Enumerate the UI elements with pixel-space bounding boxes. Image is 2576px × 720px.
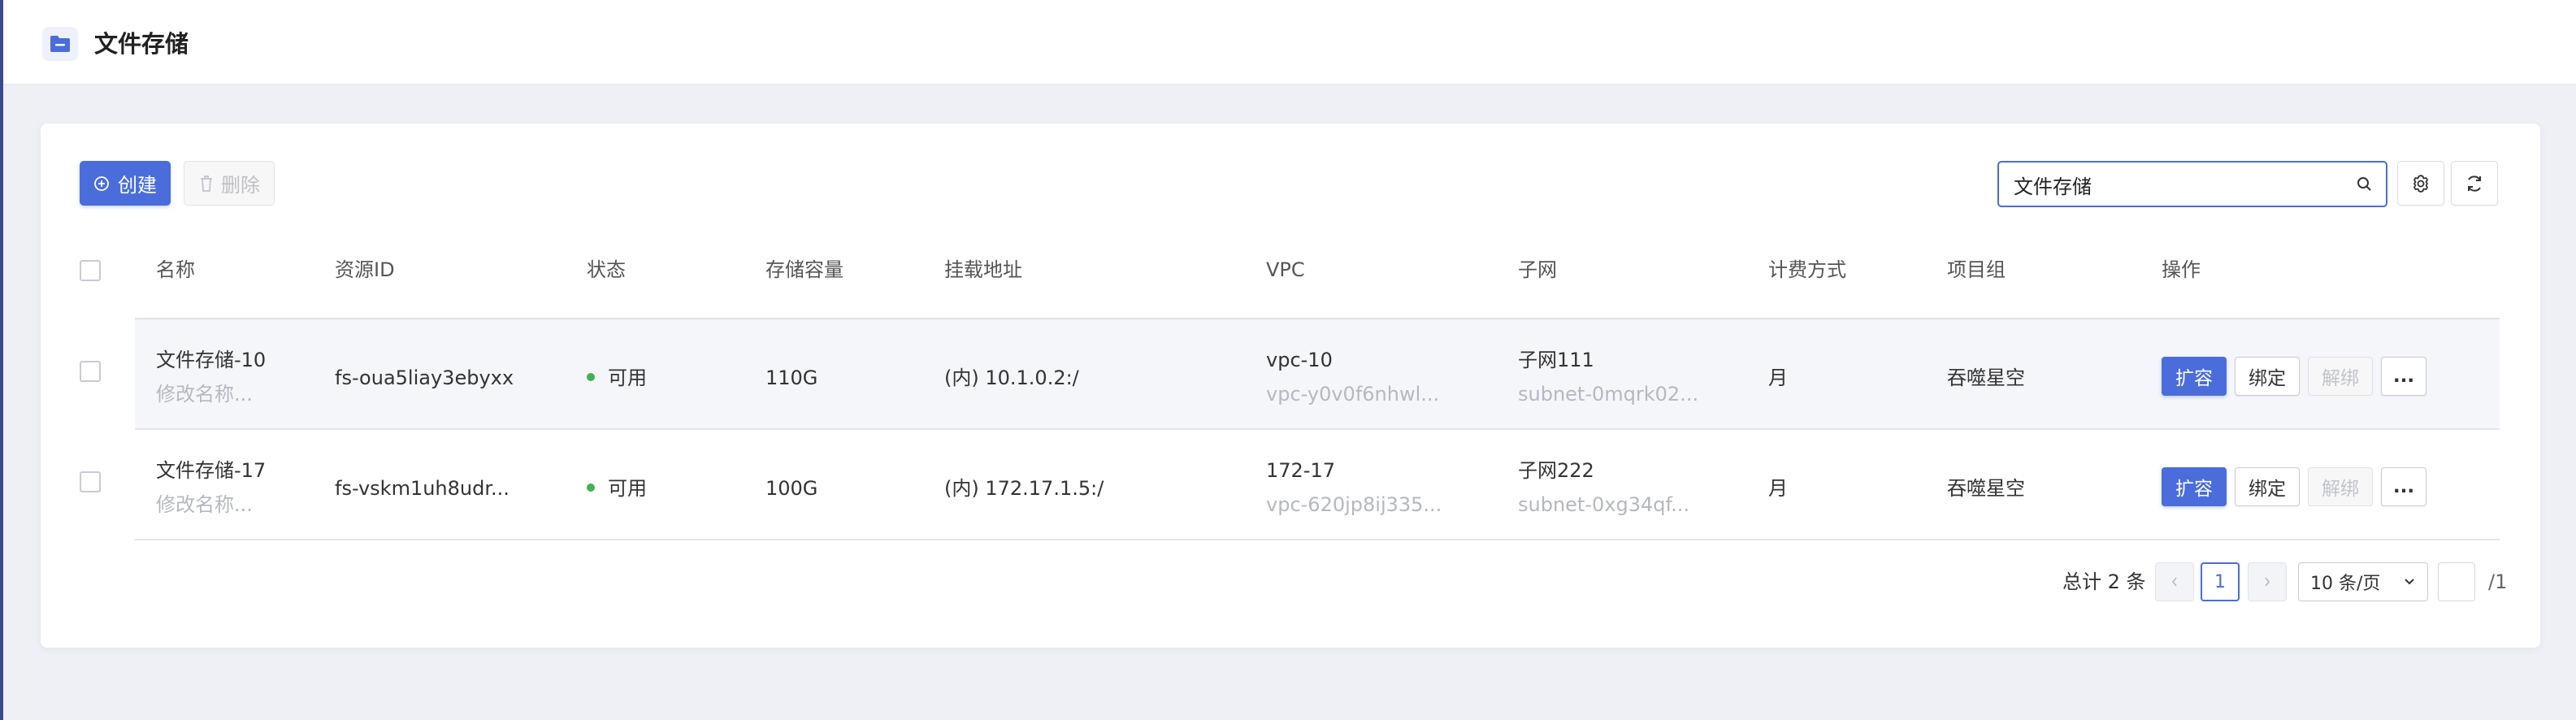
- gear-icon: [2413, 174, 2428, 193]
- page-count: /1: [2488, 570, 2508, 593]
- refresh-button[interactable]: [2451, 161, 2498, 206]
- chevron-right-icon: [2265, 577, 2270, 587]
- column-header-actions: 操作: [2162, 258, 2201, 281]
- row-resource-id: fs-vskm1uh8udr...: [335, 477, 510, 500]
- prev-page-button[interactable]: [2155, 562, 2194, 601]
- page-number-current[interactable]: 1: [2201, 562, 2240, 601]
- row-capacity: 110G: [765, 367, 818, 389]
- delete-button[interactable]: 删除: [184, 161, 275, 206]
- column-header-subnet[interactable]: 子网: [1518, 257, 1557, 283]
- page-size-label: 10 条/页: [2310, 574, 2381, 594]
- refresh-icon: [2468, 175, 2481, 192]
- page-jump-input[interactable]: [2438, 562, 2475, 601]
- left-edge-bar: [0, 0, 3, 720]
- row-mount: (内) 172.17.1.5:/: [944, 477, 1104, 500]
- row-mount: (内) 10.1.0.2:/: [944, 367, 1079, 389]
- delete-button-label: 删除: [221, 174, 260, 197]
- row-status: 可用: [587, 475, 647, 501]
- unbind-button[interactable]: 解绑: [2308, 467, 2373, 506]
- column-header-billing[interactable]: 计费方式: [1768, 257, 1846, 283]
- row-project: 吞噬星空: [1947, 367, 2025, 389]
- column-header-name[interactable]: 名称: [156, 257, 195, 283]
- content-card: 创建 删除 名称 资源ID 状态 存储容量 挂载地址 VPC 子网: [41, 124, 2540, 648]
- unbind-button[interactable]: 解绑: [2308, 357, 2373, 396]
- row-status-label: 可用: [608, 477, 647, 500]
- search-input[interactable]: [2014, 171, 2339, 198]
- column-header-capacity[interactable]: 存储容量: [765, 257, 843, 283]
- next-page-button[interactable]: [2248, 562, 2287, 601]
- bind-button[interactable]: 绑定: [2235, 467, 2300, 506]
- column-header-mount[interactable]: 挂载地址: [944, 257, 1022, 283]
- create-button-label: 创建: [118, 174, 157, 197]
- search-icon[interactable]: [2355, 175, 2374, 194]
- expand-button[interactable]: 扩容: [2162, 357, 2227, 396]
- row-remark[interactable]: 修改名称...: [156, 381, 253, 407]
- folder-icon: [42, 27, 78, 61]
- select-all-checkbox[interactable]: [80, 260, 101, 281]
- row-resource-id: fs-oua5liay3ebyxx: [335, 367, 514, 389]
- more-button[interactable]: ...: [2381, 467, 2426, 506]
- row-billing: 月: [1768, 477, 1788, 500]
- expand-button[interactable]: 扩容: [2162, 467, 2227, 506]
- table-row[interactable]: 文件存储-10 修改名称... fs-oua5liay3ebyxx 可用 110…: [135, 319, 2500, 430]
- row-status: 可用: [587, 365, 647, 391]
- chevron-down-icon: [2405, 579, 2414, 585]
- row-name[interactable]: 文件存储-10: [156, 347, 266, 373]
- table-row[interactable]: 文件存储-17 修改名称... fs-vskm1uh8udr... 可用 100…: [135, 430, 2500, 540]
- row-subnet-id: subnet-0xg34qf...: [1518, 493, 1690, 516]
- trash-icon: [201, 175, 212, 192]
- row-subnet-name: 子网111: [1518, 349, 1594, 371]
- row-remark[interactable]: 修改名称...: [156, 492, 253, 518]
- status-dot: [587, 484, 595, 492]
- column-header-resource-id[interactable]: 资源ID: [335, 257, 395, 283]
- row-subnet-id: subnet-0mqrk02...: [1518, 383, 1699, 406]
- column-header-status[interactable]: 状态: [587, 257, 626, 283]
- row-capacity: 100G: [765, 477, 818, 500]
- row-checkbox[interactable]: [80, 361, 101, 382]
- search-box[interactable]: [1997, 161, 2387, 207]
- row-checkbox[interactable]: [80, 471, 101, 492]
- row-status-label: 可用: [608, 367, 647, 389]
- page-header: 文件存储: [3, 0, 2576, 84]
- page-title: 文件存储: [94, 30, 189, 58]
- row-billing: 月: [1768, 367, 1788, 389]
- bind-button[interactable]: 绑定: [2235, 357, 2300, 396]
- row-name[interactable]: 文件存储-17: [156, 458, 266, 484]
- more-button[interactable]: ...: [2381, 357, 2426, 396]
- row-vpc-id: vpc-620jp8ij335...: [1266, 493, 1442, 516]
- row-vpc-name: 172-17: [1266, 459, 1336, 482]
- pagination-total: 总计 2 条: [2062, 570, 2146, 593]
- create-button[interactable]: 创建: [80, 161, 171, 206]
- status-dot: [587, 373, 595, 381]
- row-project: 吞噬星空: [1947, 477, 2025, 500]
- plus-circle-icon: [94, 176, 109, 191]
- row-subnet-name: 子网222: [1518, 459, 1594, 482]
- row-vpc-name: vpc-10: [1266, 349, 1333, 371]
- row-vpc-id: vpc-y0v0f6nhwl...: [1266, 383, 1440, 406]
- settings-button[interactable]: [2397, 161, 2444, 206]
- column-header-project[interactable]: 项目组: [1947, 257, 2006, 283]
- column-header-vpc[interactable]: VPC: [1266, 257, 1305, 283]
- page-size-select[interactable]: 10 条/页: [2298, 562, 2428, 601]
- chevron-left-icon: [2171, 577, 2177, 587]
